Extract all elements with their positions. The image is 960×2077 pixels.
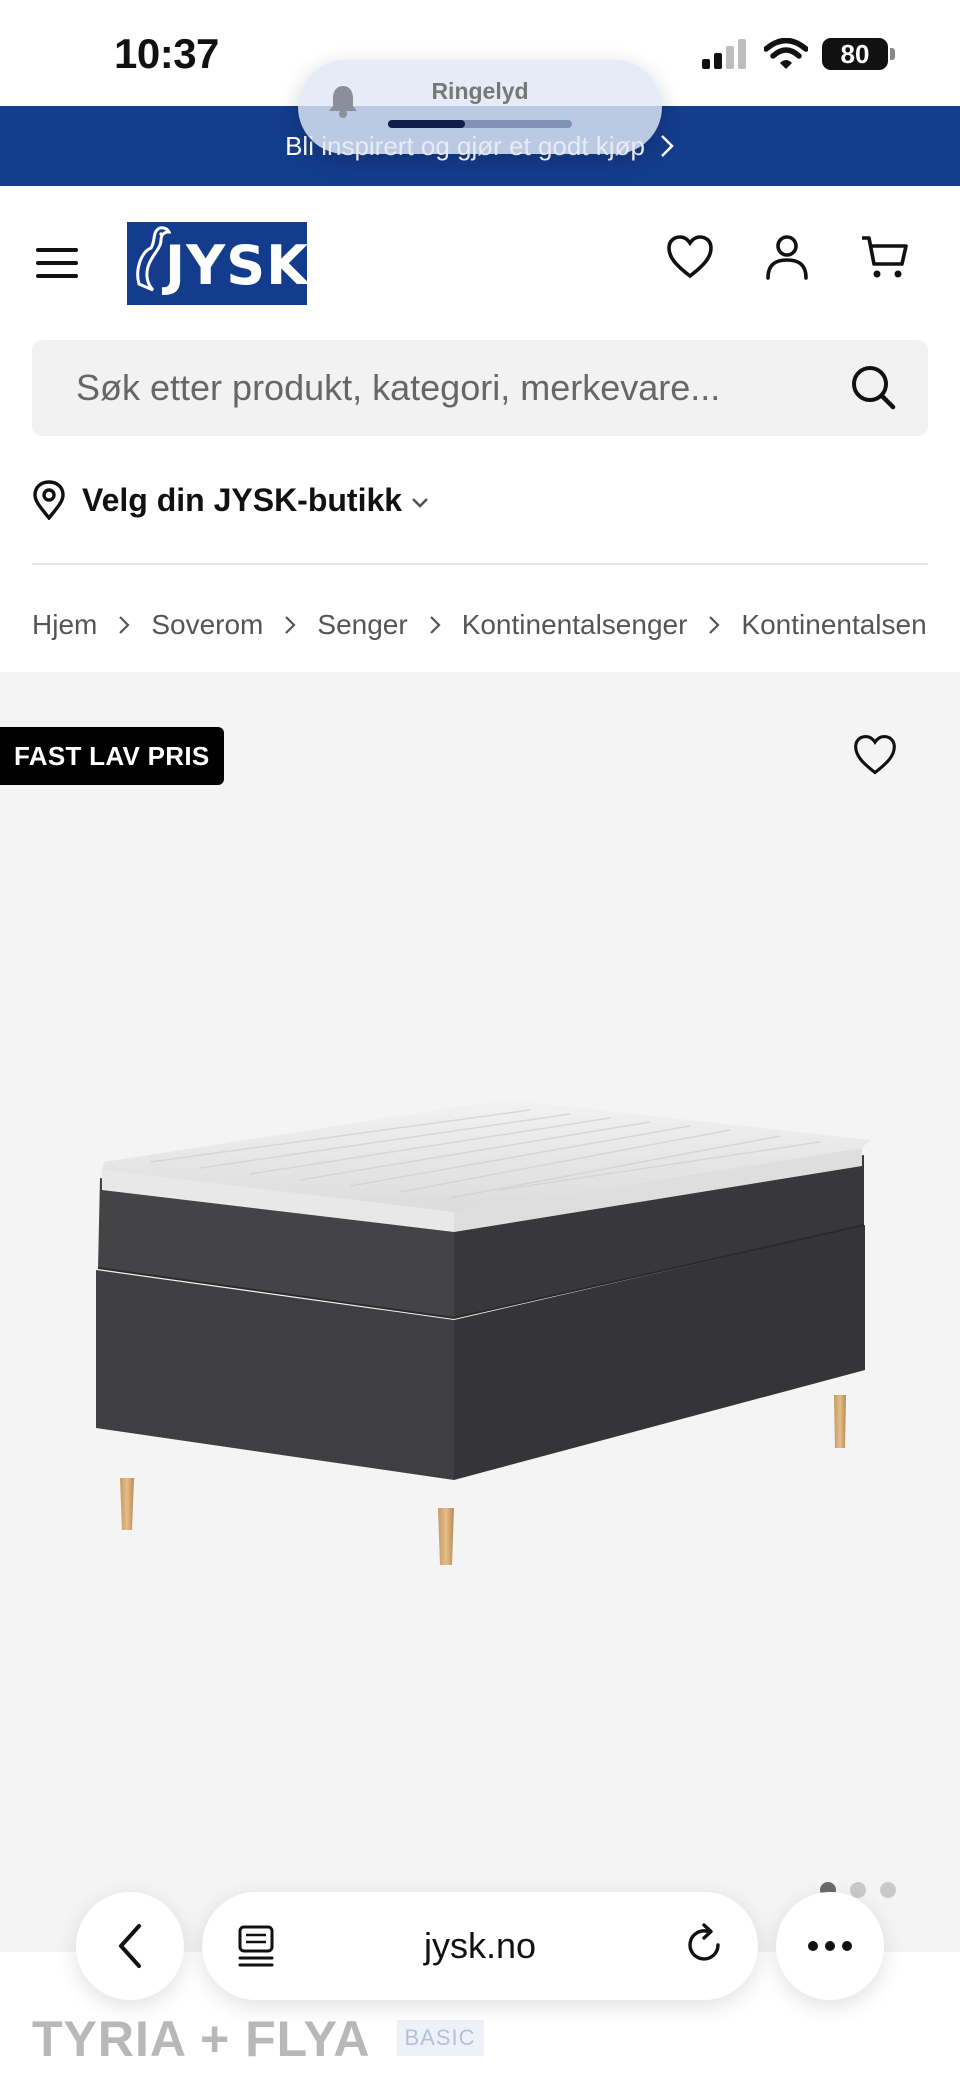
chevron-left-icon bbox=[119, 1924, 141, 1968]
location-pin-icon bbox=[33, 480, 65, 520]
status-time: 10:37 bbox=[114, 30, 219, 77]
battery-cap bbox=[890, 48, 895, 60]
store-label: Velg din JYSK-butikk bbox=[82, 481, 403, 518]
reload-icon[interactable] bbox=[682, 1922, 728, 1968]
page: 10:37 80 Bli inspirert og gjør et godt k… bbox=[0, 0, 960, 2077]
more-button[interactable] bbox=[776, 1892, 884, 2000]
status-icons: 80 bbox=[702, 38, 895, 70]
breadcrumb: Hjem Soverom Senger Kontinentalsenger Ko… bbox=[32, 600, 928, 650]
battery-indicator: 80 bbox=[822, 38, 895, 70]
ringer-label: Ringelyd bbox=[431, 78, 529, 104]
back-button[interactable] bbox=[76, 1892, 184, 2000]
carousel-dot[interactable] bbox=[850, 1882, 866, 1898]
breadcrumb-separator-icon bbox=[97, 615, 151, 635]
product-heading: TYRIA + FLYA BASIC bbox=[32, 2010, 484, 2077]
url-bar[interactable]: jysk.no bbox=[202, 1892, 758, 2000]
breadcrumb-item-kontinentalsenger[interactable]: Kontinentalsenger bbox=[462, 609, 688, 641]
cart-icon[interactable] bbox=[860, 232, 910, 282]
carousel-dot[interactable] bbox=[880, 1882, 896, 1898]
user-icon[interactable] bbox=[762, 232, 812, 282]
logo-text: JYSK bbox=[165, 234, 307, 297]
chevron-right-icon bbox=[661, 135, 674, 157]
more-icon bbox=[808, 1941, 852, 1951]
breadcrumb-item-senger[interactable]: Senger bbox=[317, 609, 407, 641]
chevron-down-icon bbox=[412, 498, 428, 508]
heart-icon[interactable] bbox=[665, 232, 715, 282]
heart-icon[interactable] bbox=[852, 732, 898, 778]
product-tag: BASIC bbox=[396, 2020, 484, 2056]
battery-level: 80 bbox=[840, 38, 870, 69]
search-input[interactable] bbox=[76, 340, 796, 436]
search-icon[interactable] bbox=[848, 362, 898, 412]
breadcrumb-item-home[interactable]: Hjem bbox=[32, 609, 97, 641]
breadcrumb-separator-icon bbox=[408, 615, 462, 635]
breadcrumb-separator-icon bbox=[263, 615, 317, 635]
price-badge: FAST LAV PRIS bbox=[0, 727, 224, 785]
product-image bbox=[96, 1100, 870, 1565]
signal-icon bbox=[702, 39, 746, 69]
ringer-volume-fill bbox=[388, 120, 466, 128]
hamburger-icon[interactable] bbox=[36, 246, 78, 280]
product-title: TYRIA + FLYA bbox=[32, 2011, 371, 2067]
breadcrumb-separator-icon bbox=[687, 615, 741, 635]
product-gallery[interactable]: FAST LAV PRIS bbox=[0, 672, 960, 1952]
breadcrumb-item-soverom[interactable]: Soverom bbox=[151, 609, 263, 641]
ringer-volume-bar bbox=[388, 120, 572, 128]
wifi-icon bbox=[764, 38, 808, 69]
search-box bbox=[32, 340, 928, 436]
site-header: JYSK bbox=[0, 186, 960, 336]
breadcrumb-item-current[interactable]: Kontinentalsen bbox=[741, 609, 926, 641]
url-text: jysk.no bbox=[423, 1925, 537, 1966]
jysk-logo[interactable]: JYSK bbox=[127, 222, 307, 305]
ringer-toast: Ringelyd bbox=[298, 60, 662, 154]
header-divider bbox=[32, 563, 928, 565]
store-selector[interactable]: Velg din JYSK-butikk bbox=[32, 470, 430, 530]
